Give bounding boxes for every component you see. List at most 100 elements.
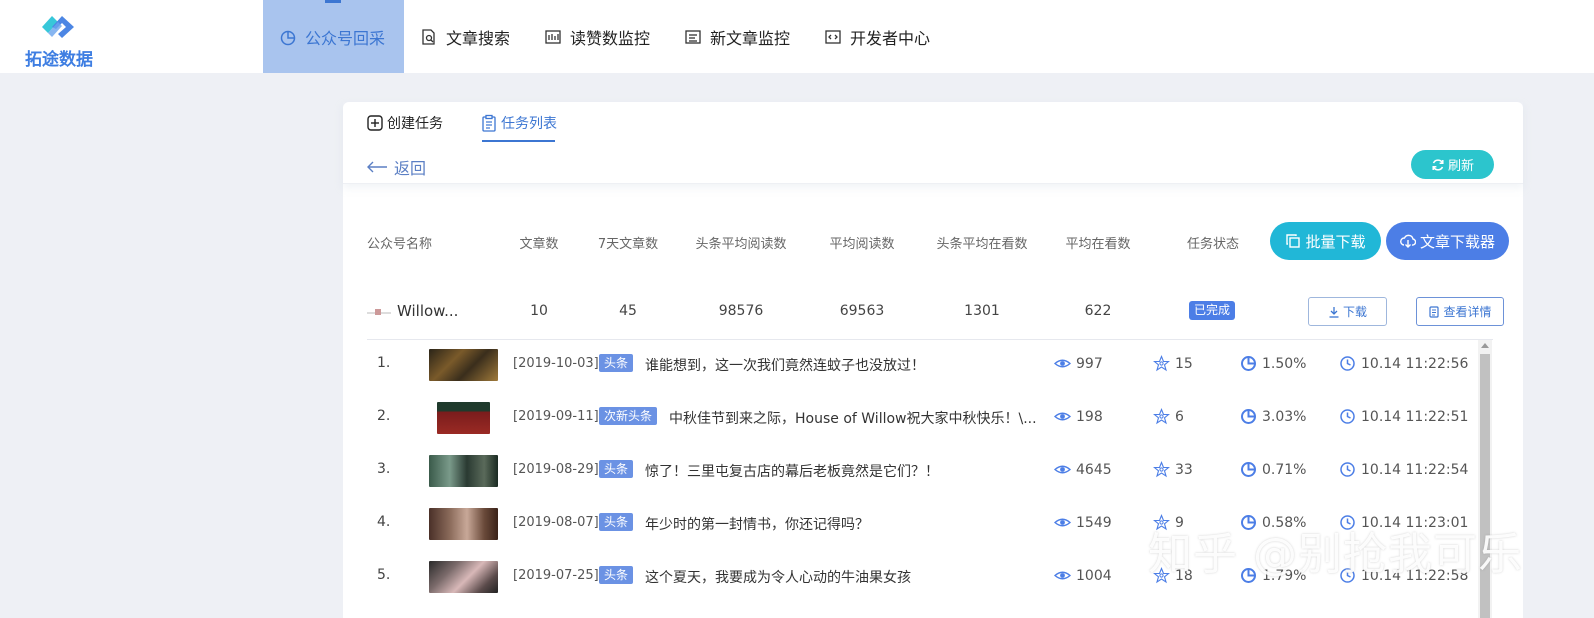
column-header-headline-avg-watch: 头条平均在看数	[936, 237, 1028, 252]
like-count: 6	[1153, 408, 1184, 425]
read-count-value: 1004	[1076, 567, 1112, 584]
nav-item-account-backtrack[interactable]: 公众号回采	[263, 0, 404, 73]
article-title[interactable]: 这个夏天，我要成为令人心动的牛油果女孩	[645, 567, 911, 587]
read-count: 1549	[1054, 514, 1112, 531]
view-details-button[interactable]: 查看详情	[1416, 297, 1504, 326]
article-row[interactable]: 3. [2019-08-29] 头条 惊了！三里屯复古店的幕后老板竟然是它们？！…	[367, 445, 1477, 498]
headline-avg-read-cell: 98576	[718, 303, 764, 319]
article-title[interactable]: 谁能想到，这一次我们竟然连蚊子也没放过！	[645, 355, 925, 375]
article-tag: 头条	[599, 354, 634, 372]
logo-text: 拓途数据	[25, 50, 93, 70]
read-count-value: 198	[1076, 408, 1103, 425]
back-label: 返回	[394, 159, 427, 178]
code-icon	[825, 29, 841, 44]
logo[interactable]: 拓途数据	[22, 12, 93, 70]
article-index: 3.	[377, 461, 391, 477]
column-header-headline-avg-read: 头条平均阅读数	[695, 237, 787, 252]
article-index: 5.	[377, 567, 391, 583]
rate-value: 0.71%	[1262, 461, 1307, 478]
nav-item-developer-center[interactable]: 开发者中心	[808, 0, 948, 73]
star-icon	[1153, 355, 1170, 372]
article-title[interactable]: 年少时的第一封情书，你还记得吗？	[645, 514, 869, 534]
logo-icon	[42, 16, 74, 38]
crawl-time: 10.14 11:22:51	[1339, 408, 1468, 425]
like-count-value: 6	[1175, 408, 1184, 425]
article-index: 4.	[377, 514, 391, 530]
article-tag: 头条	[599, 566, 634, 584]
copy-icon	[1286, 234, 1301, 248]
account-name[interactable]: Willow...	[397, 302, 458, 320]
card-header: 创建任务 任务列表 返回 刷新	[343, 102, 1523, 184]
download-label: 下载	[1342, 305, 1367, 319]
pie-rate-icon	[1241, 356, 1256, 371]
nav-item-label: 公众号回采	[305, 28, 386, 48]
pie-rate-icon	[1241, 462, 1256, 477]
like-count: 33	[1153, 461, 1193, 478]
rate: 3.03%	[1240, 408, 1306, 425]
clock-icon	[1340, 356, 1355, 371]
clipboard-icon	[482, 114, 496, 132]
article-title[interactable]: 惊了！三里屯复古店的幕后老板竟然是它们？！	[645, 461, 939, 481]
eye-icon	[1054, 412, 1071, 421]
tab-label: 创建任务	[387, 116, 443, 132]
article-date: [2019-08-29]	[513, 462, 599, 477]
article-tag: 头条	[599, 460, 634, 478]
crawl-time-value: 10.14 11:22:56	[1361, 355, 1469, 372]
nav-item-read-like-monitor[interactable]: 读赞数监控	[528, 0, 668, 73]
top-bar: 拓途数据 公众号回采 文章搜索 读赞数监控 新文章监控 开发者中心	[0, 0, 1594, 73]
eye-icon	[1054, 571, 1071, 580]
eye-icon	[1054, 359, 1071, 368]
nav-item-label: 新文章监控	[710, 28, 791, 48]
week-articles-cell: 45	[619, 303, 637, 319]
headline-avg-watch-cell: 1301	[964, 303, 1000, 319]
eye-icon	[1054, 465, 1071, 474]
bar-monitor-icon	[545, 29, 561, 44]
scroll-up-arrow-icon[interactable]	[1481, 343, 1489, 348]
status-badge: 已完成	[1189, 301, 1236, 320]
article-date: [2019-10-03]	[513, 356, 599, 371]
article-downloader-button[interactable]: 文章下载器	[1386, 222, 1509, 260]
column-header-avg-watch: 平均在看数	[1065, 237, 1131, 252]
pie-rate-icon	[1241, 409, 1256, 424]
article-date: [2019-09-11]	[513, 409, 599, 424]
arrow-left-icon	[367, 161, 387, 173]
tab-task-list[interactable]: 任务列表	[480, 113, 557, 133]
article-thumbnail	[429, 349, 498, 381]
article-row[interactable]: 1. [2019-10-03] 头条 谁能想到，这一次我们竟然连蚊子也没放过！ …	[367, 339, 1477, 392]
nav-item-label: 开发者中心	[850, 28, 931, 48]
column-header-account: 公众号名称	[367, 237, 433, 252]
column-header-avg-read: 平均阅读数	[829, 237, 895, 252]
batch-download-button[interactable]: 批量下载	[1270, 222, 1381, 260]
article-thumbnail	[429, 508, 498, 540]
nav-item-article-search[interactable]: 文章搜索	[404, 0, 528, 73]
star-icon	[1153, 461, 1170, 478]
pie-chart-icon	[280, 30, 296, 45]
like-count: 15	[1153, 355, 1193, 372]
article-title[interactable]: 中秋佳节到来之际，House of Willow祝大家中秋快乐！\...	[669, 408, 1037, 428]
plus-square-icon	[367, 115, 383, 131]
column-header-week-articles: 7天文章数	[597, 237, 659, 252]
read-count-value: 1549	[1076, 514, 1112, 531]
article-date: [2019-08-07]	[513, 515, 599, 530]
tab-create-task[interactable]: 创建任务	[366, 113, 443, 133]
refresh-button[interactable]: 刷新	[1411, 150, 1494, 179]
read-count: 1004	[1054, 567, 1112, 584]
refresh-icon	[1432, 158, 1444, 171]
crawl-time: 10.14 11:22:56	[1339, 355, 1468, 372]
batch-download-label: 批量下载	[1305, 233, 1366, 251]
article-row[interactable]: 2. [2019-09-11] 次新头条 中秋佳节到来之际，House of W…	[367, 392, 1477, 445]
crawl-time-value: 10.14 11:22:54	[1361, 461, 1469, 478]
rate: 1.50%	[1240, 355, 1306, 372]
article-thumbnail	[437, 402, 490, 434]
avg-read-cell: 69563	[839, 303, 885, 319]
cloud-download-icon	[1400, 234, 1416, 248]
download-button[interactable]: 下载	[1308, 297, 1387, 326]
back-link[interactable]: 返回	[366, 155, 426, 179]
read-count: 997	[1054, 355, 1103, 372]
eye-icon	[1054, 518, 1071, 527]
main-nav: 公众号回采 文章搜索 读赞数监控 新文章监控 开发者中心	[263, 0, 948, 73]
article-tag: 次新头条	[599, 407, 658, 425]
article-thumbnail	[429, 561, 498, 593]
nav-item-new-article-monitor[interactable]: 新文章监控	[668, 0, 808, 73]
read-count-value: 4645	[1076, 461, 1112, 478]
